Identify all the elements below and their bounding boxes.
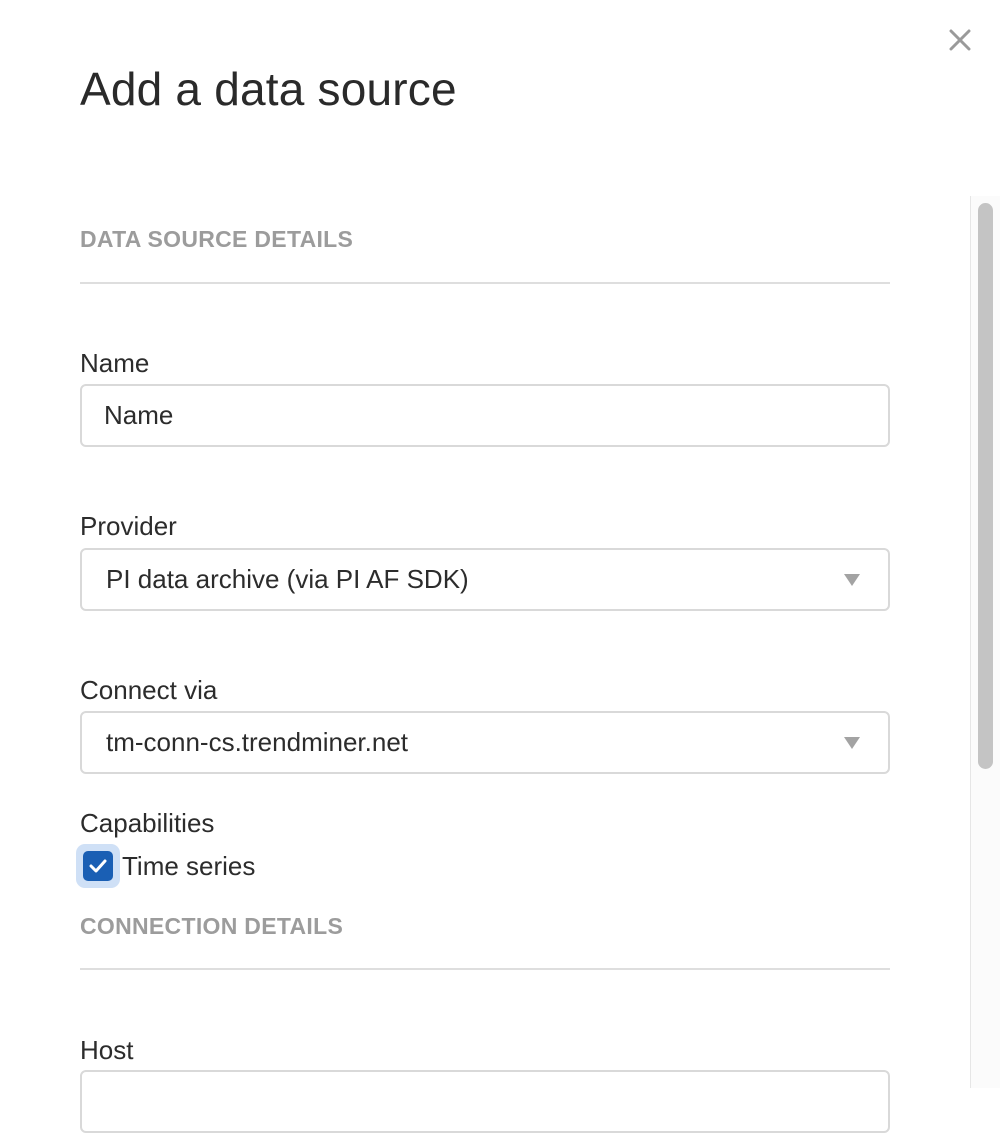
capability-time-series[interactable]: Time series: [76, 844, 255, 888]
connect-via-label: Connect via: [80, 675, 218, 705]
close-button[interactable]: [944, 24, 976, 56]
provider-select[interactable]: PI data archive (via PI AF SDK): [80, 548, 890, 611]
capabilities-label: Capabilities: [80, 808, 215, 838]
host-label: Host: [80, 1035, 134, 1065]
section-divider: [80, 282, 890, 284]
name-label: Name: [80, 348, 150, 378]
section-heading-connection-details: CONNECTION DETAILS: [80, 913, 344, 939]
time-series-label: Time series: [122, 850, 256, 881]
host-input[interactable]: [80, 1070, 890, 1133]
provider-select-value: PI data archive (via PI AF SDK): [106, 564, 469, 594]
caret-down-icon: [844, 573, 860, 586]
connect-via-select-value: tm-conn-cs.trendminer.net: [106, 727, 409, 757]
section-divider: [80, 968, 890, 970]
checkmark-icon: [89, 859, 107, 873]
connect-via-select[interactable]: tm-conn-cs.trendminer.net: [80, 711, 890, 774]
time-series-checkbox[interactable]: [76, 844, 120, 888]
scrollbar-thumb[interactable]: [978, 203, 993, 769]
section-heading-data-source-details: DATA SOURCE DETAILS: [80, 226, 354, 252]
dialog-title: Add a data source: [80, 63, 457, 115]
provider-label: Provider: [80, 511, 177, 541]
checkbox-checked: [83, 851, 113, 881]
close-icon: [949, 29, 971, 51]
caret-down-icon: [844, 736, 860, 749]
name-input[interactable]: [80, 384, 890, 447]
